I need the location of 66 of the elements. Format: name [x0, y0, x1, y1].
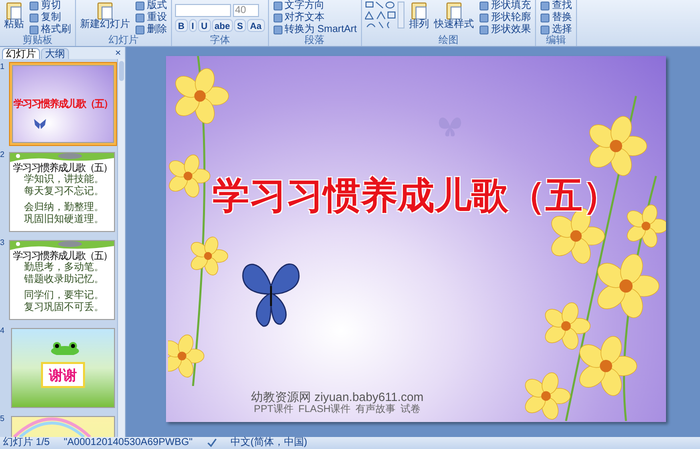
panel-tab[interactable]: 大纲	[41, 48, 69, 59]
ribbon-button[interactable]: 格式刷	[28, 24, 72, 36]
format-button[interactable]: I	[188, 19, 198, 32]
slide-thumbnail[interactable]: 学习习惯养成儿歌（五） 勤思考，多动笔。 错题收录助记忆。 同学们，要牢记。 复习巩固不可丢。	[7, 238, 117, 322]
document-icon	[444, 1, 463, 20]
slide-thumbnail[interactable]: 学习习惯养成儿歌（五） 学知识，讲技能。 每天复习不忘记。 会归纳，勤整理。 巩固旧知硬道理。	[7, 150, 117, 234]
font-name-field[interactable]	[175, 4, 231, 17]
slide-number: 3	[0, 238, 6, 249]
frog-drawing	[50, 341, 80, 355]
thumbnail-text: 会归纳，勤整理。	[23, 202, 105, 214]
ribbon-button[interactable]: 粘贴	[3, 0, 25, 36]
group-label: 幻灯片	[108, 36, 140, 46]
group-label: 段落	[304, 36, 326, 46]
group-label: 字体	[208, 36, 231, 46]
thumbnail-text: 复习巩固不可丢。	[23, 302, 105, 314]
ribbon-button[interactable]: 新建幻灯片	[79, 0, 131, 36]
ribbon-button[interactable]: 形状轮廓	[478, 12, 532, 24]
ribbon-button[interactable]: 替换	[538, 12, 573, 24]
slide-number: 2	[0, 150, 6, 161]
ribbon-button[interactable]: 重设	[134, 12, 168, 24]
format-button[interactable]: S	[234, 19, 246, 32]
group-label: 编辑	[544, 36, 567, 46]
slide-title: 学习习惯养成儿歌（五）	[212, 174, 620, 218]
format-button[interactable]: B	[175, 19, 188, 32]
document-icon	[5, 1, 23, 20]
thumbnail-text: 巩固旧知硬道理。	[23, 214, 105, 226]
group-label: 绘图	[437, 36, 460, 46]
slide-number: 5	[0, 414, 6, 425]
language: 中文(简体，中国)	[230, 437, 308, 449]
spellcheck-icon	[206, 438, 217, 448]
ribbon-button[interactable]: 查找	[538, 0, 573, 12]
thumbnail-title: 学习习惯养成儿歌（五）	[13, 163, 113, 174]
slide-thumbnail[interactable]: 谢谢	[8, 326, 117, 410]
butterfly-icon	[32, 118, 47, 130]
ribbon-button[interactable]: 删除	[134, 24, 168, 36]
thumbnail-text: 错题收录助记忆。	[23, 274, 105, 286]
thumbnail-text: 同学们，要牢记。	[23, 290, 105, 302]
ribbon-button[interactable]: 复制	[28, 12, 72, 24]
theme-name: "A000120140530A69PWBG"	[64, 437, 193, 449]
close-button[interactable]: ×	[113, 48, 123, 59]
thumbnail-text: 学知识，讲技能。	[23, 174, 105, 186]
document-icon	[410, 1, 428, 20]
ribbon-button[interactable]: 选择	[538, 24, 573, 36]
shape-gallery-icon	[364, 0, 405, 30]
slide-number: 1	[0, 62, 6, 73]
ribbon-button[interactable]: 形状效果	[478, 24, 532, 36]
group-label: 剪贴板	[22, 36, 54, 46]
format-button[interactable]: abe	[212, 19, 234, 32]
thumbnail-title: 学习习惯养成儿歌（五）	[13, 251, 113, 262]
thumbnail-title: 学习习惯养成儿歌（五）	[13, 98, 112, 110]
thumbnail-text: 勤思考，多动笔。	[23, 262, 105, 274]
document-icon	[96, 1, 114, 20]
scrollbar[interactable]	[117, 59, 125, 437]
format-button[interactable]: Aa	[247, 19, 265, 32]
slide-number: 4	[0, 326, 6, 337]
ribbon-button[interactable]: 对齐文本	[272, 12, 358, 24]
thumbnail-text: 每天复习不忘记。	[23, 186, 105, 198]
panel-tab[interactable]: 幻灯片	[2, 48, 40, 59]
format-button[interactable]: U	[198, 19, 211, 32]
thumbnail-text: 谢谢	[40, 362, 85, 388]
ribbon-button[interactable]: 快速样式	[432, 0, 475, 36]
site-name: 幼教资源网 ziyuan.baby611.com	[251, 390, 424, 404]
slide-count: 幻灯片 1/5	[3, 437, 50, 449]
ribbon-button[interactable]: 排列	[408, 0, 430, 36]
ribbon-button[interactable]: 转换为 SmartArt	[272, 24, 358, 36]
ribbon-button[interactable]: 版式	[134, 0, 168, 12]
